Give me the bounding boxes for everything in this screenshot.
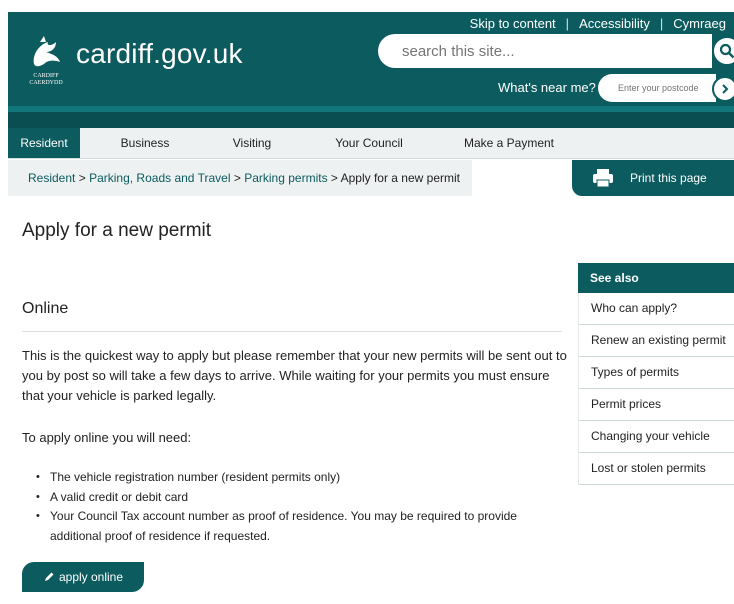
breadcrumb-resident[interactable]: Resident [28,171,75,185]
postcode-go-button[interactable] [712,76,734,102]
header-stripe [8,112,734,128]
breadcrumb-parking-roads-travel[interactable]: Parking, Roads and Travel [89,171,230,185]
nav-resident[interactable]: Resident [8,128,80,158]
section-divider [22,331,562,332]
breadcrumb-separator: > [330,171,338,185]
site-name[interactable]: cardiff.gov.uk [76,38,243,70]
postcode-box [598,74,716,102]
arrow-right-icon [722,84,729,94]
skip-to-content-link[interactable]: Skip to content [470,16,556,31]
near-me-label: What's near me? [498,80,596,95]
breadcrumb-parking-permits[interactable]: Parking permits [244,171,327,185]
link-separator: | [659,16,664,31]
link-separator: | [565,16,570,31]
breadcrumb-separator: > [78,171,86,185]
print-page-button[interactable]: Print this page [572,160,734,196]
site-header: CARDIFF CAERDYDD cardiff.gov.uk Skip to … [8,12,734,128]
search-button[interactable] [712,36,734,66]
see-also-renew-permit[interactable]: Renew an existing permit [579,325,734,357]
apply-online-button[interactable]: apply online [22,562,144,592]
nav-your-council[interactable]: Your Council [294,128,444,158]
nav-visiting[interactable]: Visiting [210,128,294,158]
printer-icon [593,169,613,188]
accessibility-link[interactable]: Accessibility [579,16,650,31]
top-links: Skip to content | Accessibility | Cymrae… [470,16,726,31]
list-item: The vehicle registration number (residen… [34,468,564,488]
breadcrumb-separator: > [233,171,241,185]
list-item: Your Council Tax account number as proof… [34,507,564,546]
see-also-who-can-apply[interactable]: Who can apply? [579,293,734,325]
see-also-lost-stolen-permits[interactable]: Lost or stolen permits [579,453,734,485]
section-title: Online [22,300,69,317]
see-also-permit-prices[interactable]: Permit prices [579,389,734,421]
nav-business[interactable]: Business [80,128,210,158]
postcode-input[interactable] [616,74,716,102]
search-box [378,34,712,68]
search-icon [719,43,734,59]
search-input[interactable] [400,34,704,68]
needs-label: To apply online you will need: [22,430,192,445]
see-also-links: Who can apply? Renew an existing permit … [578,293,734,485]
see-also-heading: See also [578,263,734,293]
requirements-list: The vehicle registration number (residen… [34,468,564,546]
see-also-changing-vehicle[interactable]: Changing your vehicle [579,421,734,453]
svg-text:CARDIFF: CARDIFF [33,73,59,79]
pencil-icon [44,572,54,581]
nav-make-a-payment[interactable]: Make a Payment [444,128,574,158]
page-title: Apply for a new permit [22,220,212,241]
list-item: A valid credit or debit card [34,488,564,508]
breadcrumb-current: Apply for a new permit [340,171,460,185]
breadcrumb: Resident > Parking, Roads and Travel > P… [8,160,472,196]
dragon-logo-icon[interactable]: CARDIFF CAERDYDD [26,34,66,86]
print-page-label: Print this page [630,171,707,185]
svg-text:CAERDYDD: CAERDYDD [29,80,63,86]
intro-text: This is the quickest way to apply but pl… [22,348,567,403]
cymraeg-link[interactable]: Cymraeg [673,16,726,31]
apply-online-label: apply online [58,570,124,584]
see-also-panel: See also Who can apply? Renew an existin… [578,263,734,485]
see-also-types-of-permits[interactable]: Types of permits [579,357,734,389]
main-nav: Resident Business Visiting Your Council … [8,128,734,159]
